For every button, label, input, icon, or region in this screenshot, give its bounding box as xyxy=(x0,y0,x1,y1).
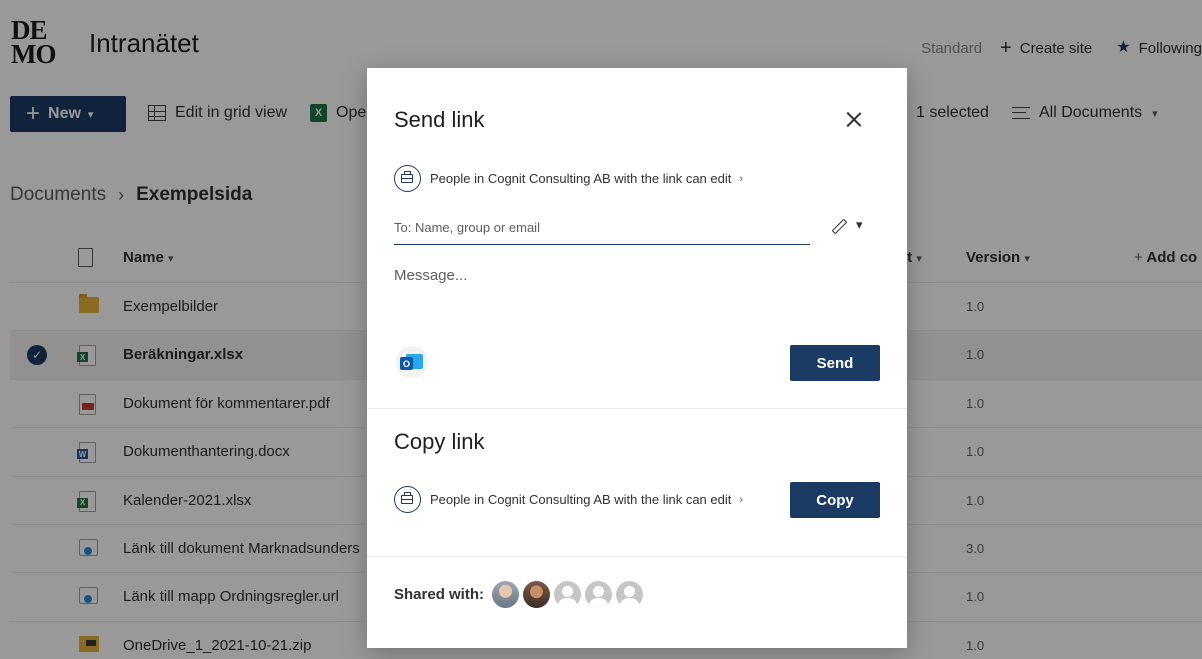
section-divider xyxy=(367,408,907,409)
outlook-icon[interactable]: O xyxy=(396,346,428,378)
avatar[interactable] xyxy=(492,581,520,608)
share-dialog: Send link People in Cognit Consulting AB… xyxy=(367,68,907,648)
send-button[interactable]: Send xyxy=(790,345,880,381)
avatar[interactable] xyxy=(616,581,644,608)
avatar[interactable] xyxy=(523,581,551,608)
copy-link-permission-selector[interactable]: People in Cognit Consulting AB with the … xyxy=(394,486,743,513)
pencil-icon[interactable] xyxy=(828,216,850,238)
chevron-right-icon: › xyxy=(739,172,744,185)
chevron-down-icon[interactable]: ▾ xyxy=(856,217,863,233)
shared-with-label: Shared with: xyxy=(394,586,485,603)
avatar[interactable] xyxy=(585,581,613,608)
copy-button[interactable]: Copy xyxy=(790,482,880,518)
shared-with: Shared with: xyxy=(394,581,647,608)
chevron-right-icon: › xyxy=(739,493,744,506)
briefcase-icon xyxy=(394,486,421,513)
copy-link-title: Copy link xyxy=(394,429,485,454)
avatar[interactable] xyxy=(554,581,582,608)
section-divider xyxy=(367,556,907,557)
link-permission-selector[interactable]: People in Cognit Consulting AB with the … xyxy=(394,165,743,192)
recipient-input[interactable]: To: Name, group or email xyxy=(394,214,810,245)
close-icon[interactable] xyxy=(842,108,866,132)
briefcase-icon xyxy=(394,165,421,192)
message-input[interactable]: Message... xyxy=(394,267,467,284)
send-link-title: Send link xyxy=(394,107,485,132)
